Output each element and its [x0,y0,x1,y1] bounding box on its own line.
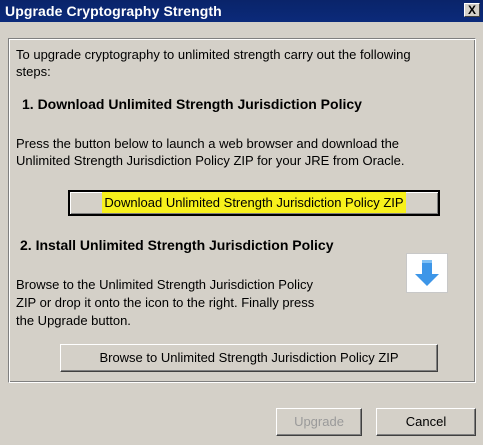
download-policy-button[interactable]: Download Unlimited Strength Jurisdiction… [68,190,440,216]
upgrade-dialog: Upgrade Cryptography Strength X To upgra… [0,0,483,445]
upgrade-button-label: Upgrade [294,414,344,429]
upgrade-button[interactable]: Upgrade [276,408,362,436]
step2-desc-line1: Browse to the Unlimited Strength Jurisdi… [16,277,313,292]
window-title: Upgrade Cryptography Strength [5,3,222,19]
step2-desc-line2: ZIP or drop it onto the icon to the righ… [16,295,315,310]
title-bar[interactable]: Upgrade Cryptography Strength X [0,0,483,22]
browse-policy-button[interactable]: Browse to Unlimited Strength Jurisdictio… [60,344,438,372]
down-arrow-icon [415,260,439,286]
download-policy-button-label: Download Unlimited Strength Jurisdiction… [102,192,406,213]
close-button[interactable]: X [464,3,480,17]
intro-text-line2: steps: [16,64,51,79]
step1-desc-line1: Press the button below to launch a web b… [16,136,400,151]
step2-heading: 2. Install Unlimited Strength Jurisdicti… [20,237,334,253]
step1-heading: 1. Download Unlimited Strength Jurisdict… [22,96,362,112]
browse-policy-button-label: Browse to Unlimited Strength Jurisdictio… [99,350,399,365]
step1-desc-line2: Unlimited Strength Jurisdiction Policy Z… [16,153,405,168]
cancel-button-label: Cancel [405,414,447,429]
step2-desc-line3: the Upgrade button. [16,313,131,328]
intro-text-line1: To upgrade cryptography to unlimited str… [16,47,411,62]
zip-drop-target[interactable] [406,253,448,293]
cancel-button[interactable]: Cancel [376,408,476,436]
